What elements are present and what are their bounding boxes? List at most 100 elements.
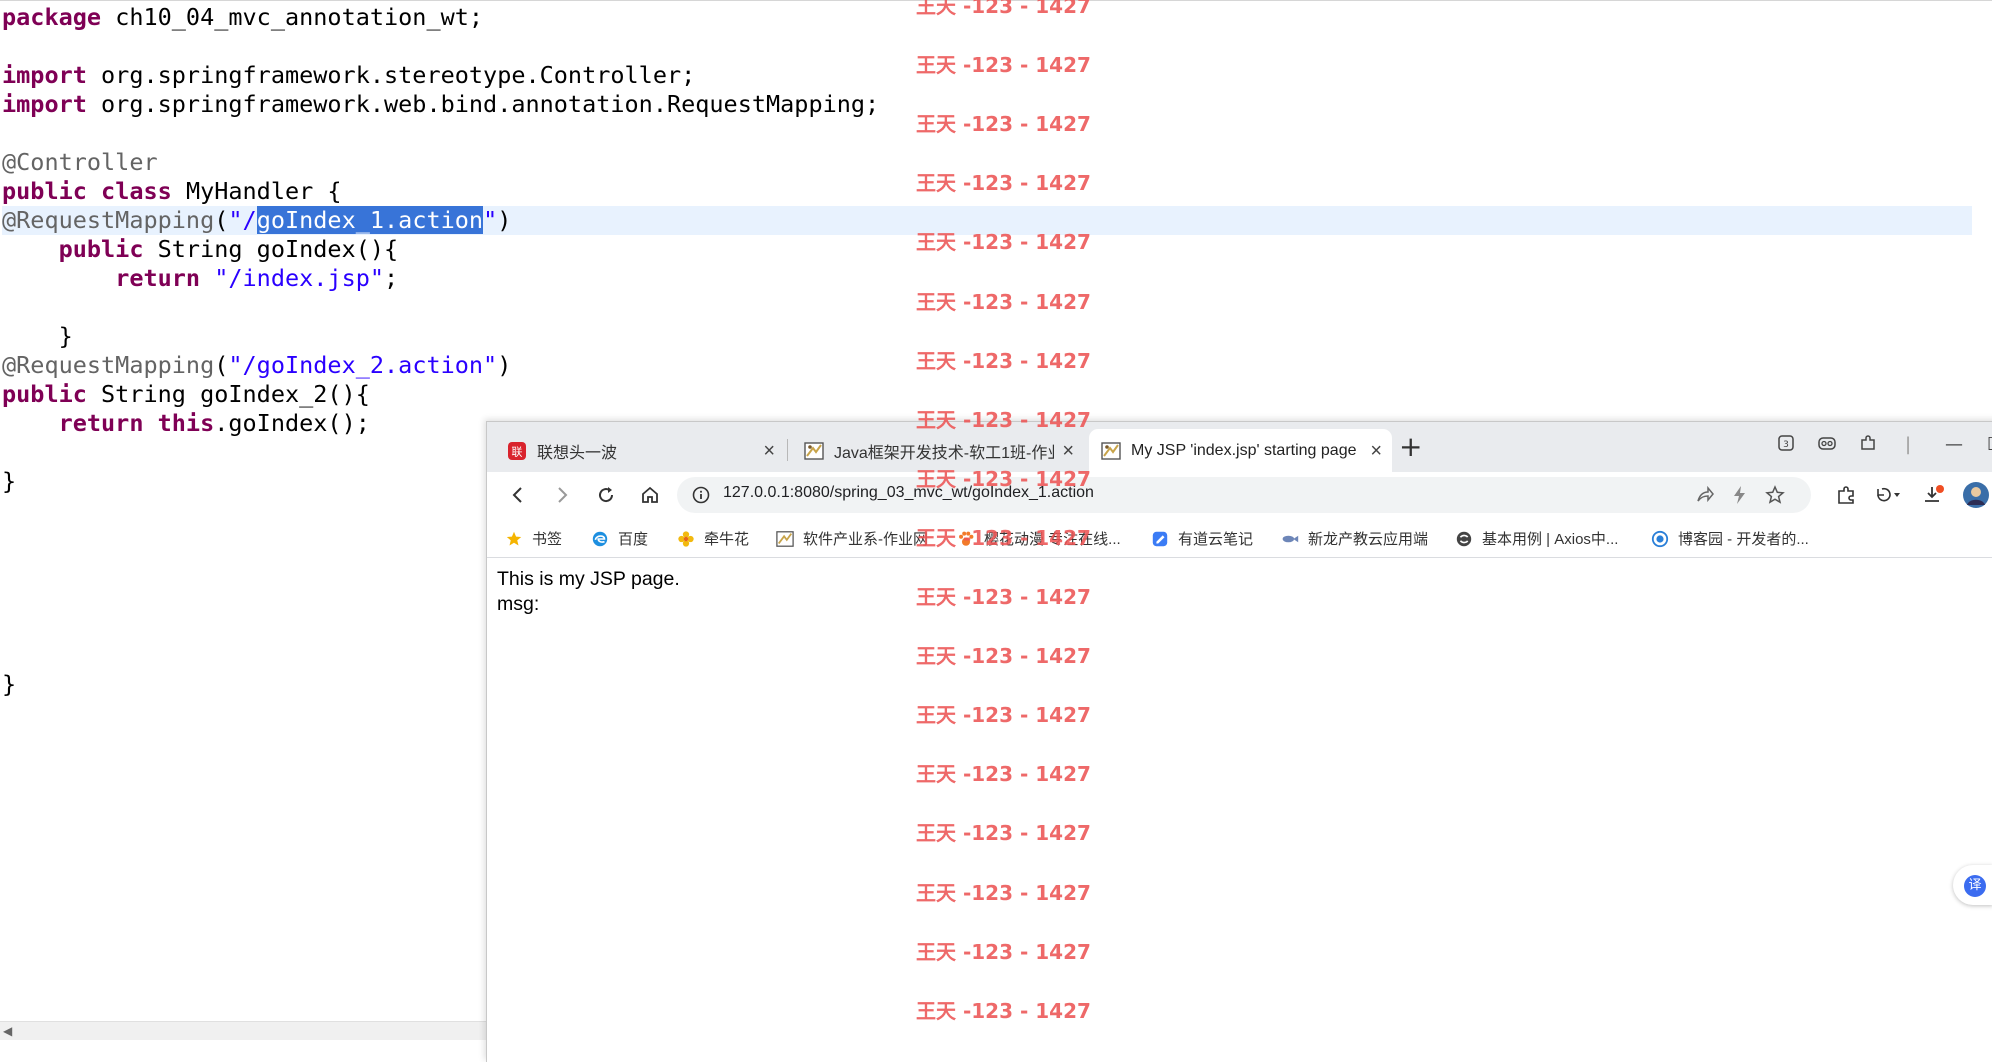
forward-icon[interactable] xyxy=(545,478,579,512)
code-token: } xyxy=(2,322,73,350)
close-icon[interactable]: × xyxy=(763,441,775,461)
browser-window: 联 联想头一波 × Java框架开发技术-软工1班-作业& × My JSP '… xyxy=(486,421,1992,1062)
bookmark-item[interactable]: 软件产业系-作业网 xyxy=(776,528,928,549)
bookmark-label: 牵牛花 xyxy=(704,531,750,548)
code-token: String goIndex_2(){ xyxy=(86,380,370,408)
address-bar[interactable]: 127.0.0.1:8080/spring_03_mvc_wt/goIndex_… xyxy=(677,477,1811,513)
school-icon xyxy=(776,530,794,548)
code-line[interactable]: import org.springframework.web.bind.anno… xyxy=(2,90,1972,119)
bookmark-item[interactable]: 有道云笔记 xyxy=(1151,528,1253,549)
site-info-icon[interactable] xyxy=(691,485,711,509)
new-tab-button[interactable]: + xyxy=(1399,430,1422,463)
bookmark-item[interactable]: 百度 xyxy=(591,528,648,549)
code-line[interactable]: public class MyHandler { xyxy=(2,177,1972,206)
tab-jsp-page[interactable]: My JSP 'index.jsp' starting page × xyxy=(1089,429,1392,472)
code-line[interactable] xyxy=(2,32,1972,61)
tab-title: 联想头一波 xyxy=(537,444,618,462)
minimize-icon[interactable]: — xyxy=(1945,434,1963,455)
code-line[interactable]: return "/index.jsp"; xyxy=(2,264,1972,293)
scroll-left-arrow-icon[interactable]: ◀ xyxy=(3,1024,12,1038)
translate-icon: 译 xyxy=(1964,875,1986,897)
bookmark-label: 有道云笔记 xyxy=(1178,531,1254,548)
code-line[interactable]: @RequestMapping("/goIndex_1.action") xyxy=(2,206,1972,235)
tab-search-icon[interactable]: 3 xyxy=(1777,434,1795,457)
code-line[interactable]: public String goIndex_2(){ xyxy=(2,380,1972,409)
code-token: "/goIndex_2.action" xyxy=(228,351,498,379)
bookmark-item[interactable]: 牵牛花 xyxy=(677,528,749,549)
tab-strip: 联 联想头一波 × Java框架开发技术-软工1班-作业& × My JSP '… xyxy=(487,422,1992,472)
bookmark-item[interactable]: 基本用例 | Axios中... xyxy=(1455,528,1618,549)
toolbar-divider: | xyxy=(1905,434,1912,455)
code-token: ; xyxy=(384,264,399,292)
code-line[interactable]: public String goIndex(){ xyxy=(2,235,1972,264)
code-line[interactable] xyxy=(2,293,1972,322)
bookmark-item[interactable]: 新龙产教云应用端 xyxy=(1281,528,1428,549)
code-token: public xyxy=(2,177,87,205)
tab-java-course[interactable]: Java框架开发技术-软工1班-作业& × xyxy=(792,429,1084,472)
code-token: import xyxy=(2,90,87,118)
reload-icon[interactable] xyxy=(589,478,623,512)
collections-icon[interactable] xyxy=(1817,434,1837,457)
code-token: @Controller xyxy=(2,148,158,176)
translate-button[interactable]: 译 xyxy=(1953,865,1992,905)
fish-icon xyxy=(1281,530,1299,548)
code-token: return xyxy=(58,409,144,437)
school-icon xyxy=(804,441,824,461)
axios-icon xyxy=(1455,530,1473,548)
paw-icon xyxy=(957,530,975,548)
lightning-icon[interactable] xyxy=(1731,485,1749,509)
close-icon[interactable]: × xyxy=(1370,441,1382,461)
close-icon[interactable]: × xyxy=(1062,441,1074,461)
bookmark-label: 基本用例 | Axios中... xyxy=(1482,531,1619,548)
star-icon[interactable] xyxy=(1765,485,1785,509)
download-icon[interactable] xyxy=(1917,478,1951,512)
code-token: ( xyxy=(214,351,229,379)
flower-icon xyxy=(677,530,695,548)
share-icon[interactable] xyxy=(1695,485,1715,509)
code-line[interactable]: package ch10_04_mvc_annotation_wt; xyxy=(2,3,1972,32)
bookmarks-bar: 书签 百度 牵牛花 软件产业系-作业网 樱花动漫 专注在线... 有道云笔记 新… xyxy=(487,518,1992,558)
tab-separator xyxy=(787,439,788,461)
code-line[interactable]: import org.springframework.stereotype.Co… xyxy=(2,61,1972,90)
back-icon[interactable] xyxy=(501,478,535,512)
code-token: ( xyxy=(214,206,229,234)
code-token: ) xyxy=(497,206,512,234)
extensions-puzzle-icon[interactable] xyxy=(1829,478,1863,512)
lenovo-icon: 联 xyxy=(507,441,527,461)
bookmark-item[interactable]: 樱花动漫 专注在线... xyxy=(957,528,1121,549)
selected-text: goIndex_1.action xyxy=(256,206,484,234)
bookmark-label: 新龙产教云应用端 xyxy=(1308,531,1429,548)
code-line[interactable] xyxy=(2,119,1972,148)
bookmark-item[interactable]: 博客园 - 开发者的... xyxy=(1651,528,1809,549)
url-text[interactable]: 127.0.0.1:8080/spring_03_mvc_wt/goIndex_… xyxy=(723,484,1094,502)
bookmark-label: 百度 xyxy=(618,531,649,548)
horizontal-scrollbar[interactable]: ◀ xyxy=(0,1021,487,1040)
school-icon xyxy=(1101,441,1121,461)
history-dropdown-icon[interactable] xyxy=(1871,478,1905,512)
extensions-icon[interactable] xyxy=(1859,434,1877,457)
bookmark-label: 软件产业系-作业网 xyxy=(803,531,928,548)
tab-title: Java框架开发技术-软工1班-作业& xyxy=(834,444,1055,462)
edge-icon xyxy=(591,530,609,548)
tab-lenovo[interactable]: 联 联想头一波 × xyxy=(495,429,785,472)
avatar[interactable] xyxy=(1959,478,1992,512)
bookmark-item[interactable]: 书签 xyxy=(505,528,562,549)
code-token: return xyxy=(115,264,201,292)
bookmark-label: 博客园 - 开发者的... xyxy=(1678,531,1809,548)
code-token: } xyxy=(2,670,17,698)
home-icon[interactable] xyxy=(633,478,667,512)
bookmark-label: 樱花动漫 专注在线... xyxy=(984,531,1121,548)
maximize-icon[interactable]: ☐ xyxy=(1987,434,1992,455)
code-line[interactable]: } xyxy=(2,322,1972,351)
code-token: org.springframework.stereotype.Controlle… xyxy=(86,61,696,89)
code-line[interactable]: @RequestMapping("/goIndex_2.action") xyxy=(2,351,1972,380)
svg-text:联: 联 xyxy=(512,445,523,458)
page-heading-text: This is my JSP page. xyxy=(497,568,680,590)
tab-title: My JSP 'index.jsp' starting page xyxy=(1131,441,1357,459)
code-token: "/index.jsp" xyxy=(214,264,385,292)
code-token: public xyxy=(2,380,87,408)
code-token: } xyxy=(2,467,17,495)
code-line[interactable]: @Controller xyxy=(2,148,1972,177)
